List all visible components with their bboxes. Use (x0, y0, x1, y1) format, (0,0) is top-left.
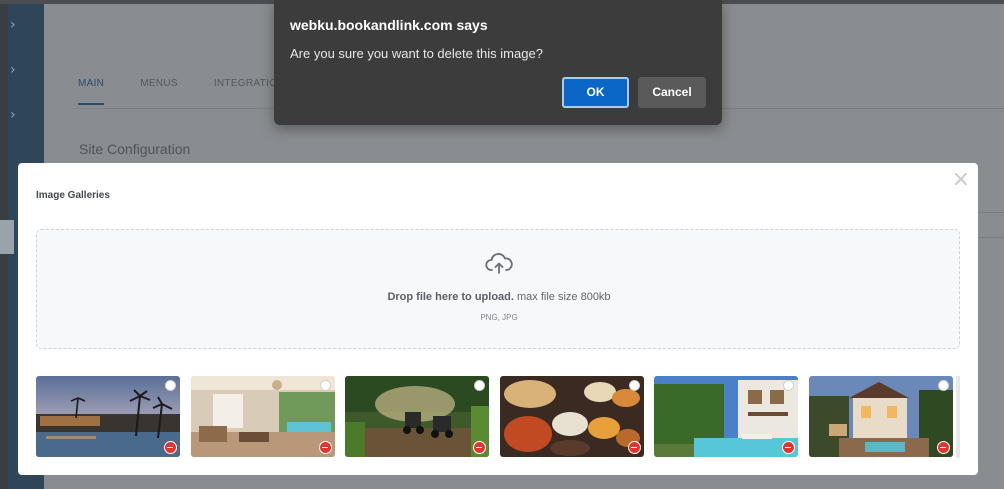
gallery-image[interactable] (654, 376, 798, 457)
gallery-image[interactable] (345, 376, 489, 457)
select-radio[interactable] (320, 380, 331, 391)
chevron-right-icon[interactable]: › (10, 108, 20, 122)
dropzone-formats: PNG, JPG (480, 313, 518, 322)
dropzone-text-bold: Drop file here to upload. (387, 291, 514, 303)
chevron-right-icon[interactable]: › (10, 18, 20, 32)
sidebar-active-item[interactable] (0, 220, 14, 254)
tab-integrations[interactable]: INTEGRATIC (214, 78, 277, 105)
ok-button[interactable]: OK (562, 77, 629, 108)
upload-dropzone[interactable]: Drop file here to upload. max file size … (36, 229, 960, 349)
cancel-button[interactable]: Cancel (638, 77, 706, 108)
confirm-dialog: webku.bookandlink.com says Are you sure … (274, 0, 722, 125)
gallery-scroll-edge (956, 376, 960, 458)
food-spread-image (500, 376, 644, 457)
delete-icon[interactable] (164, 441, 177, 454)
select-radio[interactable] (629, 380, 640, 391)
villa-pool-image (654, 376, 798, 457)
delete-icon[interactable] (628, 441, 641, 454)
dropzone-text-rest: max file size 800kb (513, 291, 611, 303)
modal-title: Image Galleries (36, 190, 110, 201)
living-room-image (191, 376, 335, 457)
delete-icon[interactable] (319, 441, 332, 454)
chevron-right-icon[interactable]: › (10, 63, 20, 77)
section-title: Site Configuration (79, 141, 191, 157)
tab-menus[interactable]: MENUS (140, 78, 178, 105)
tab-main[interactable]: MAIN (78, 78, 105, 105)
select-radio[interactable] (783, 380, 794, 391)
gallery-image[interactable] (191, 376, 335, 457)
select-radio[interactable] (474, 380, 485, 391)
divider (978, 237, 1004, 238)
select-radio[interactable] (938, 380, 949, 391)
delete-icon[interactable] (937, 441, 950, 454)
dropzone-text: Drop file here to upload. max file size … (37, 291, 961, 303)
image-galleries-modal: × Image Galleries Drop file here to uplo… (18, 163, 978, 475)
atv-ride-image (345, 376, 489, 457)
gallery-image[interactable] (809, 376, 953, 457)
villa-courtyard-image (809, 376, 953, 457)
dialog-title: webku.bookandlink.com says (290, 17, 488, 33)
delete-icon[interactable] (473, 441, 486, 454)
gallery-image[interactable] (36, 376, 180, 457)
dialog-message: Are you sure you want to delete this ima… (290, 46, 543, 61)
image-gallery (36, 376, 960, 458)
divider (978, 212, 1004, 213)
cloud-upload-icon (485, 253, 513, 274)
delete-icon[interactable] (782, 441, 795, 454)
select-radio[interactable] (165, 380, 176, 391)
close-icon[interactable]: × (952, 167, 970, 192)
resort-pool-image (36, 376, 180, 457)
gallery-image[interactable] (500, 376, 644, 457)
